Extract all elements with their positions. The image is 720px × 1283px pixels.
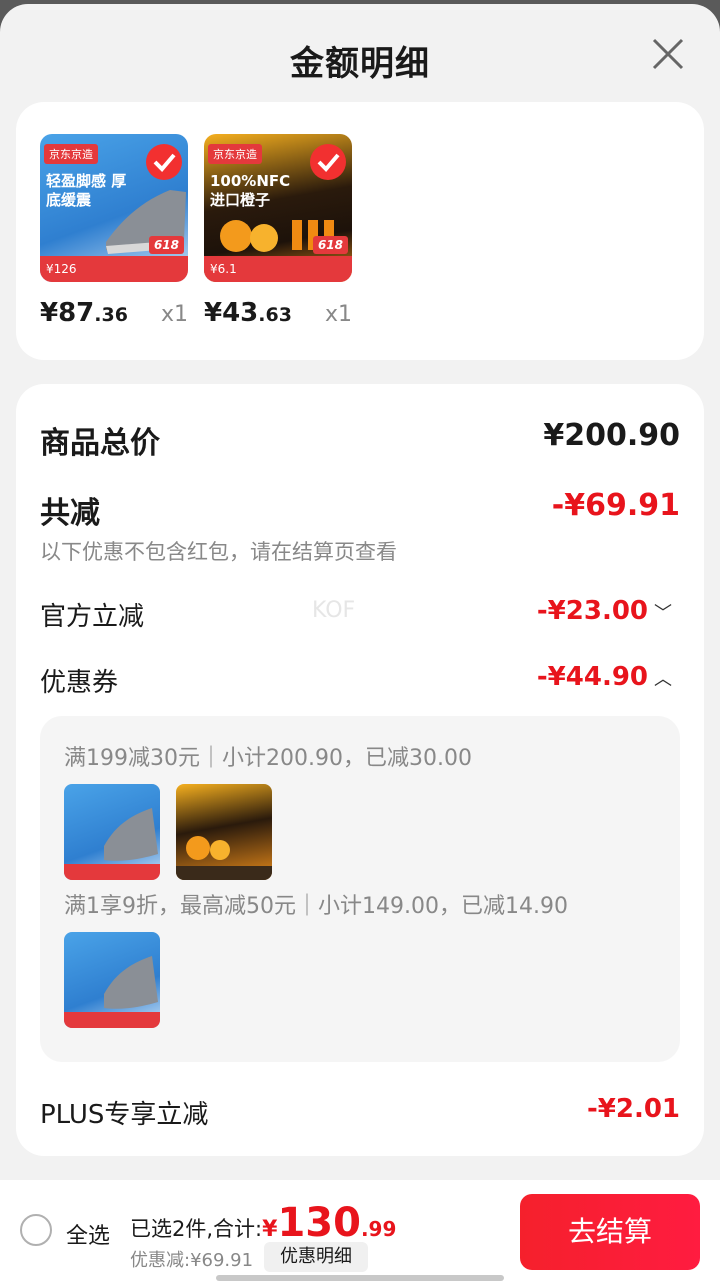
product-image: 京东京造 轻盈脚感 厚底缓震 618 ¥126	[40, 134, 188, 282]
amount-detail-sheet: 金额明细 京东京造 轻盈脚感 厚底缓震 618 ¥126 ¥87.36 x1 京…	[0, 4, 720, 1283]
product-item[interactable]: 京东京造 100%NFC 进口橙子 618 ¥6.1 ¥43.63 x1	[204, 134, 352, 328]
plus-value: -¥2.01	[586, 1094, 680, 1124]
discount-value: -¥69.91	[551, 488, 680, 523]
checkout-bar: 全选 已选2件,合计:¥130.99 优惠减:¥69.91 优惠明细 去结算	[0, 1180, 720, 1283]
product-image: 京东京造 100%NFC 进口橙子 618 ¥6.1	[204, 134, 352, 282]
coupon-detail-box: 满199减30元｜小计200.90，已减30.00 满1享9折，最高减50元｜小…	[40, 716, 680, 1062]
checkout-button[interactable]: 去结算	[520, 1194, 700, 1270]
coupon-value: -¥44.90 ︿	[536, 662, 672, 692]
coupon-rule-1: 满199减30元｜小计200.90，已减30.00	[64, 746, 472, 771]
chevron-up-icon[interactable]: ︿	[654, 669, 672, 690]
total-value: ¥200.90	[543, 418, 680, 453]
plus-label: PLUS专享立减	[40, 1100, 209, 1130]
promo-618-badge: 618	[148, 236, 184, 254]
select-all-label[interactable]: 全选	[66, 1218, 110, 1250]
discount-detail-button[interactable]: 优惠明细	[264, 1242, 368, 1272]
shoe-icon	[64, 956, 160, 1028]
select-all-radio[interactable]	[20, 1214, 52, 1246]
product-price: ¥87.36	[40, 298, 128, 328]
grand-total-int: 130	[277, 1200, 361, 1246]
product-qty: x1	[324, 302, 352, 327]
coupon-rule-2: 满1享9折，最高减50元｜小计149.00，已减14.90	[64, 894, 568, 919]
orange-icon	[176, 836, 272, 880]
discount-note: 以下优惠不包含红包，请在结算页查看	[40, 540, 397, 564]
close-icon[interactable]	[650, 36, 686, 72]
coupon-product-image	[176, 784, 272, 880]
thumb-text: 100%NFC 进口橙子	[210, 172, 291, 209]
product-card: 京东京造 轻盈脚感 厚底缓震 618 ¥126 ¥87.36 x1 京东京造 1…	[16, 102, 704, 360]
product-price: ¥43.63	[204, 298, 292, 328]
check-icon	[146, 144, 182, 180]
thumb-price: ¥6.1	[204, 256, 352, 282]
official-value: -¥23.00 ﹀	[536, 596, 672, 626]
promo-618-badge: 618	[312, 236, 348, 254]
product-qty: x1	[160, 302, 188, 327]
sheet-title: 金额明细	[290, 44, 430, 84]
home-indicator	[216, 1275, 504, 1281]
watermark: KOF	[312, 598, 356, 623]
total-label: 商品总价	[40, 426, 160, 461]
thumb-price: ¥126	[40, 256, 188, 282]
discount-summary: 优惠减:¥69.91	[130, 1250, 254, 1271]
coupon-label: 优惠券	[40, 668, 119, 698]
check-icon	[310, 144, 346, 180]
shoe-icon	[64, 808, 160, 880]
chevron-down-icon[interactable]: ﹀	[654, 603, 672, 624]
shop-badge: 京东京造	[44, 144, 98, 164]
summary-card: 商品总价 ¥200.90 共减 -¥69.91 以下优惠不包含红包，请在结算页查…	[16, 384, 704, 1156]
coupon-product-image	[64, 932, 160, 1028]
coupon-product-image	[64, 784, 160, 880]
shop-badge: 京东京造	[208, 144, 262, 164]
discount-label: 共减	[40, 496, 100, 531]
product-item[interactable]: 京东京造 轻盈脚感 厚底缓震 618 ¥126 ¥87.36 x1	[40, 134, 188, 328]
total-summary: 已选2件,合计:¥130.99	[130, 1200, 397, 1246]
official-label: 官方立减	[40, 602, 145, 632]
